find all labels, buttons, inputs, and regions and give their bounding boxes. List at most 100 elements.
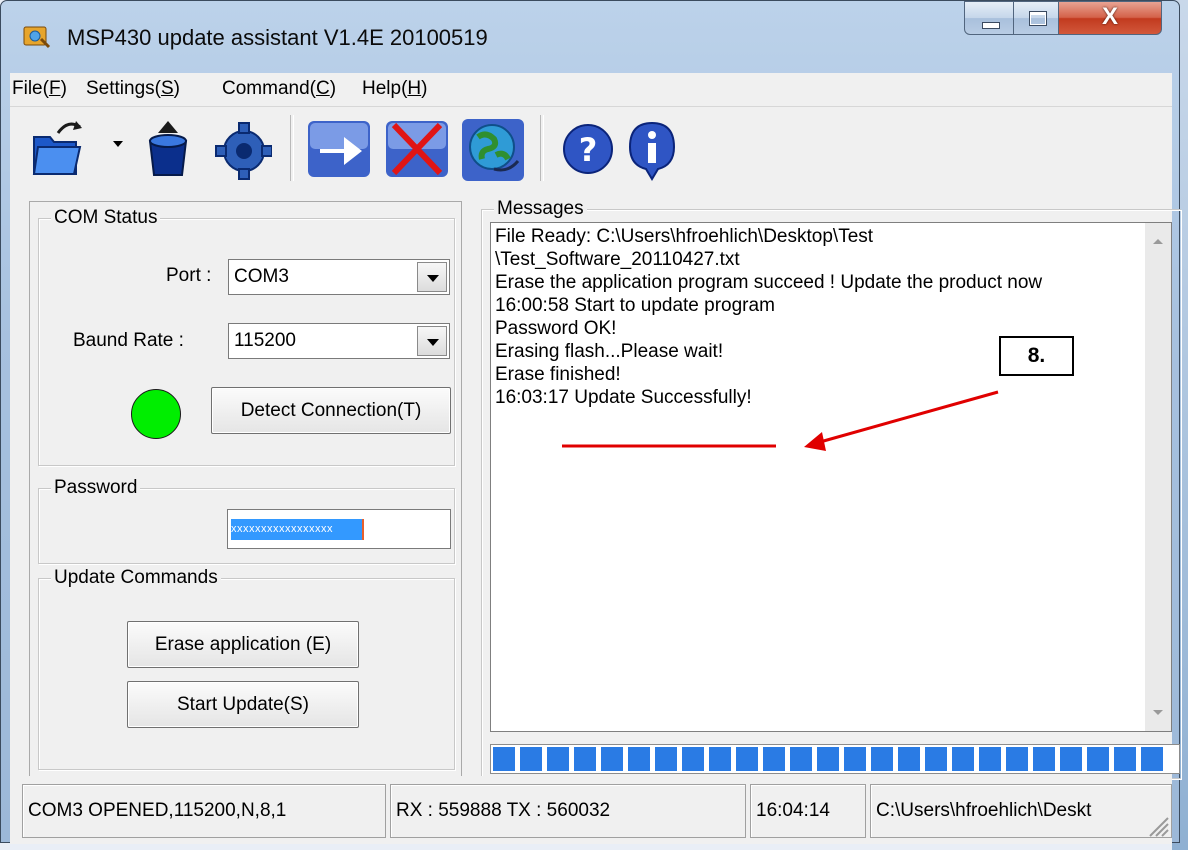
- update-commands-title: Update Commands: [51, 567, 221, 589]
- left-panel: COM Status Port : COM3 Baund Rate : 1152…: [29, 201, 462, 778]
- close-icon: X: [1101, 3, 1118, 30]
- text-caret: [362, 519, 364, 540]
- messages-title: Messages: [494, 198, 587, 220]
- baud-rate-label: Baund Rate :: [73, 330, 184, 351]
- detect-connection-button[interactable]: Detect Connection(T): [211, 387, 451, 434]
- minimize-button[interactable]: [964, 1, 1014, 35]
- resize-grip-icon[interactable]: [1144, 812, 1170, 838]
- password-title: Password: [51, 477, 141, 499]
- menu-command[interactable]: Command(C): [222, 78, 336, 100]
- window-title: MSP430 update assistant V1.4E 20100519: [67, 25, 488, 50]
- save-icon[interactable]: [144, 115, 192, 181]
- progress-segment: [1087, 747, 1109, 771]
- status-time: 16:04:14: [756, 800, 830, 821]
- port-label: Port :: [166, 265, 212, 286]
- open-folder-icon[interactable]: [28, 115, 84, 181]
- menu-file[interactable]: File(F): [12, 78, 67, 100]
- progress-segment: [952, 747, 974, 771]
- globe-update-icon[interactable]: [458, 115, 528, 185]
- help-question-icon[interactable]: ?: [560, 115, 616, 181]
- message-line-success: 16:03:17 Update Successfully!: [495, 387, 752, 408]
- toolbar-separator: [290, 115, 294, 181]
- toolbar: ?: [10, 106, 1172, 189]
- port-value: COM3: [234, 266, 289, 287]
- update-commands-group: Update Commands Erase application (E) St…: [38, 567, 455, 770]
- status-connection: COM3 OPENED,115200,N,8,1: [28, 800, 287, 821]
- menu-bar: File(F) Settings(S) Command(C) Help(H): [10, 73, 1172, 103]
- password-field[interactable]: xxxxxxxxxxxxxxxxx: [227, 509, 451, 549]
- info-icon[interactable]: [624, 115, 680, 181]
- app-icon: [23, 26, 51, 49]
- progress-segment: [925, 747, 947, 771]
- progress-segment: [871, 747, 893, 771]
- progress-segment: [898, 747, 920, 771]
- progress-segment: [844, 747, 866, 771]
- message-line: Erase the application program succeed ! …: [495, 272, 1043, 293]
- svg-text:?: ?: [579, 131, 598, 169]
- message-line: Erase finished!: [495, 364, 621, 385]
- minimize-icon: [982, 22, 1000, 29]
- port-select[interactable]: COM3: [228, 259, 450, 295]
- status-traffic: RX : 559888 TX : 560032: [396, 800, 611, 821]
- menu-help[interactable]: Help(H): [362, 78, 427, 100]
- baud-rate-select[interactable]: 115200: [228, 323, 450, 359]
- com-status-title: COM Status: [51, 207, 161, 229]
- progress-segment: [790, 747, 812, 771]
- title-bar[interactable]: MSP430 update assistant V1.4E 20100519 X: [1, 1, 1179, 73]
- settings-gear-icon[interactable]: [214, 115, 272, 181]
- maximize-icon: [1029, 11, 1047, 26]
- progress-segment: [763, 747, 785, 771]
- close-button[interactable]: X: [1058, 1, 1162, 35]
- com-status-group: COM Status Port : COM3 Baund Rate : 1152…: [38, 207, 455, 466]
- message-line: Erasing flash...Please wait!: [495, 341, 724, 362]
- progress-segment: [574, 747, 596, 771]
- chevron-down-icon[interactable]: [417, 326, 447, 356]
- status-path-pane: C:\Users\hfroehlich\Deskt: [870, 784, 1172, 838]
- toolbar-separator: [540, 115, 544, 181]
- status-connection-pane: COM3 OPENED,115200,N,8,1: [22, 784, 386, 838]
- step-callout: 8.: [999, 336, 1074, 376]
- messages-log[interactable]: File Ready: C:\Users\hfroehlich\Desktop\…: [490, 222, 1172, 732]
- progress-segment: [817, 747, 839, 771]
- dropdown-arrow-icon[interactable]: [112, 115, 124, 181]
- app-window: MSP430 update assistant V1.4E 20100519 X…: [0, 0, 1181, 844]
- progress-segment: [1114, 747, 1136, 771]
- progress-segment: [1141, 747, 1163, 771]
- message-line: \Test_Software_20110427.txt: [495, 249, 740, 270]
- password-group: Password xxxxxxxxxxxxxxxxx: [38, 477, 455, 564]
- chevron-down-icon[interactable]: [417, 262, 447, 292]
- progress-segment: [709, 747, 731, 771]
- disconnect-x-icon[interactable]: [382, 115, 452, 181]
- update-progress-bar: [490, 744, 1180, 774]
- menu-settings[interactable]: Settings(S): [86, 78, 180, 100]
- message-line: 16:00:58 Start to update program: [495, 295, 775, 316]
- start-update-button[interactable]: Start Update(S): [127, 681, 359, 728]
- maximize-button[interactable]: [1013, 1, 1059, 35]
- connect-arrow-icon[interactable]: [304, 115, 374, 181]
- progress-segment: [979, 747, 1001, 771]
- erase-application-button[interactable]: Erase application (E): [127, 621, 359, 668]
- progress-segment: [520, 747, 542, 771]
- progress-segment: [1033, 747, 1055, 771]
- connection-indicator: [131, 389, 181, 439]
- progress-segment: [628, 747, 650, 771]
- progress-segment: [1060, 747, 1082, 771]
- progress-segment: [736, 747, 758, 771]
- progress-segment: [682, 747, 704, 771]
- progress-segment: [655, 747, 677, 771]
- message-line: Password OK!: [495, 318, 617, 339]
- progress-segment: [601, 747, 623, 771]
- status-traffic-pane: RX : 559888 TX : 560032: [390, 784, 746, 838]
- progress-segment: [547, 747, 569, 771]
- status-bar: COM3 OPENED,115200,N,8,1 RX : 559888 TX …: [10, 776, 1172, 844]
- status-time-pane: 16:04:14: [750, 784, 866, 838]
- client-area: File(F) Settings(S) Command(C) Help(H) ?…: [10, 73, 1181, 844]
- messages-scrollbar[interactable]: [1145, 223, 1171, 731]
- progress-segment: [493, 747, 515, 771]
- status-path: C:\Users\hfroehlich\Deskt: [876, 800, 1092, 821]
- password-masked-value: xxxxxxxxxxxxxxxxx: [231, 519, 362, 540]
- baud-rate-value: 115200: [234, 330, 296, 351]
- message-line: File Ready: C:\Users\hfroehlich\Desktop\…: [495, 226, 874, 247]
- progress-segment: [1006, 747, 1028, 771]
- messages-group: Messages File Ready: C:\Users\hfroehlich…: [481, 198, 1181, 779]
